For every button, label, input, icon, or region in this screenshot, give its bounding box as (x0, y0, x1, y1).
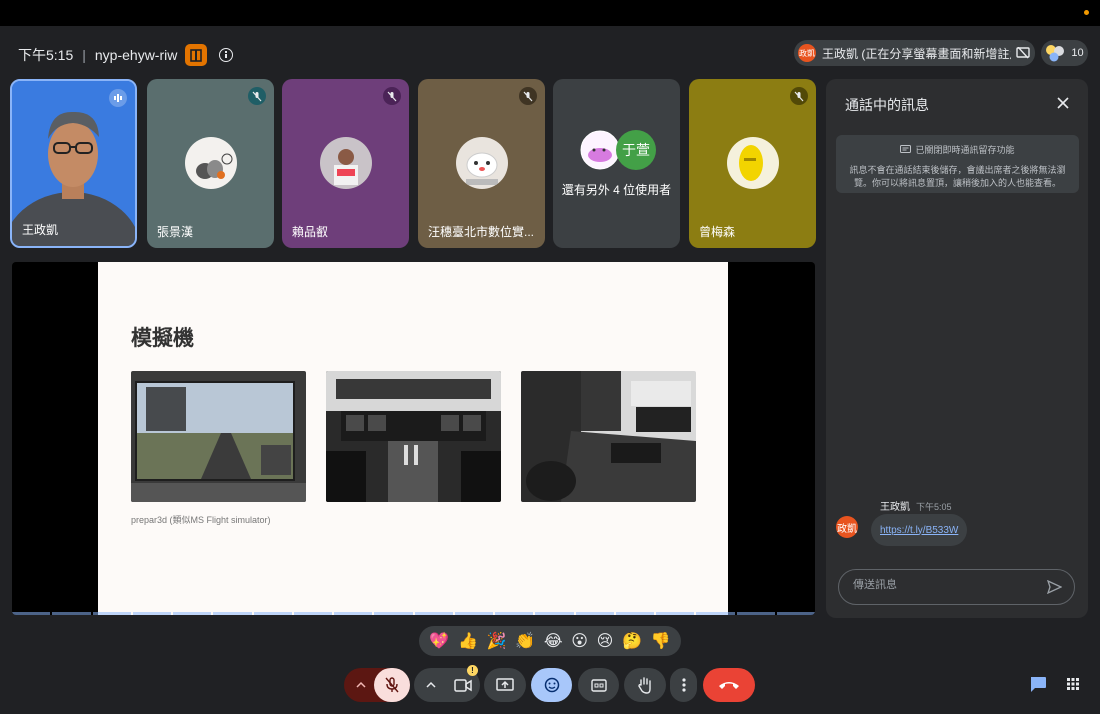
close-icon[interactable] (1056, 96, 1070, 110)
camera-warning-badge: ! (467, 665, 478, 676)
present-off-icon (1015, 47, 1030, 59)
more-options-button[interactable] (670, 668, 697, 702)
mic-off-icon (519, 87, 537, 105)
participant-name: 張景漢 (157, 225, 194, 239)
others-avatar-2: 于萱 (616, 130, 656, 170)
mic-toggle-button[interactable] (374, 668, 410, 702)
participant-name: 汪穗臺北市數位實... (428, 225, 535, 239)
participant-tile[interactable]: 曾梅森 (689, 79, 816, 248)
slide-progress-bar (12, 612, 815, 615)
reaction-party[interactable]: 🎉 (487, 631, 507, 651)
reaction-laugh[interactable]: 😂 (544, 631, 563, 651)
meeting-code: nyp-ehyw-riw (94, 47, 178, 63)
reaction-thinking[interactable]: 🤔 (622, 631, 642, 651)
participant-name: 賴品叡 (292, 225, 329, 239)
mic-off-icon (248, 87, 266, 105)
camera-icon (454, 678, 472, 692)
reaction-heart[interactable]: 💖 (429, 631, 449, 651)
avatar (726, 137, 779, 189)
presenter-avatar: 政凱 (798, 44, 816, 62)
avatar (319, 137, 372, 189)
chat-button[interactable] (1029, 676, 1049, 694)
participant-count: 10 (1071, 47, 1084, 59)
present-screen-icon (496, 678, 514, 691)
message-avatar: 政凱 (836, 516, 858, 538)
speaking-icon (109, 89, 127, 107)
message-icon (900, 144, 912, 153)
meeting-header: 下午5:15 | nyp-ehyw-riw (18, 44, 234, 66)
avatar (455, 137, 508, 189)
chevron-up-icon[interactable] (356, 681, 366, 688)
mic-off-icon (385, 677, 399, 693)
chat-icon (1031, 677, 1046, 692)
presentation-stage[interactable]: 模擬機 prepar3d (類似MS Flight simulator) (12, 262, 815, 615)
stop-presenting-button[interactable] (1010, 40, 1035, 66)
message-input-box[interactable] (838, 569, 1075, 605)
mic-off-icon (383, 87, 401, 105)
camera-control: ! (414, 665, 480, 702)
participant-tile[interactable]: 賴品叡 (282, 79, 409, 248)
slide-title: 模擬機 (131, 327, 194, 350)
apps-grid-icon (1067, 678, 1079, 690)
captions-button[interactable] (578, 668, 619, 702)
message-input[interactable] (851, 578, 1045, 592)
emoji-reactions-button[interactable] (531, 668, 572, 702)
present-screen-button[interactable] (484, 668, 526, 702)
microphone-control (344, 668, 410, 702)
presenter-status-text: 王政凱 (正在分享螢幕畫面和新增註解) (822, 46, 1026, 61)
message-link[interactable]: https://t.ly/B533W (880, 525, 958, 536)
avatar (184, 137, 237, 189)
breakout-room-button[interactable] (185, 44, 208, 66)
participant-avatars-icon (1046, 45, 1065, 62)
clock: 下午5:15 (18, 47, 74, 63)
notice-title: 已關閉即時通訊留存功能 (915, 145, 1015, 155)
hand-icon (638, 677, 651, 694)
chat-title: 通話中的訊息 (845, 97, 929, 113)
reaction-thumbs-up[interactable]: 👍 (458, 631, 478, 651)
mic-off-icon (790, 87, 808, 105)
reaction-sad[interactable]: 😢 (597, 631, 614, 651)
presentation-slide: 模擬機 prepar3d (類似MS Flight simulator) (98, 262, 728, 615)
chat-panel: 通話中的訊息 已關閉即時通訊留存功能 訊息不會在通話結束後儲存，會議出席者之後將… (826, 79, 1088, 618)
participant-tile[interactable]: 汪穗臺北市數位實... (418, 79, 545, 248)
reactions-bar: 💖 👍 🎉 👏 😂 😮 😢 🤔 👎 (419, 626, 681, 656)
cockpit-image (326, 371, 501, 502)
activities-button[interactable] (1066, 677, 1082, 693)
others-tile[interactable]: 于萱 還有另外 4 位使用者 (553, 79, 680, 248)
door-icon (190, 48, 203, 62)
cockpit-side-image (521, 371, 696, 502)
reaction-surprised[interactable]: 😮 (571, 631, 588, 651)
participant-name: 曾梅森 (699, 225, 736, 239)
send-icon[interactable] (1047, 580, 1062, 594)
flight-sim-screenshot-image (131, 371, 306, 502)
others-avatar-1 (580, 130, 620, 170)
others-count-label: 還有另外 4 位使用者 (561, 183, 672, 197)
hang-up-icon (719, 682, 739, 689)
reaction-clap[interactable]: 👏 (515, 631, 535, 651)
participant-name: 王政凱 (22, 223, 59, 237)
chevron-up-icon[interactable] (426, 681, 436, 688)
meeting-info-icon[interactable] (219, 48, 234, 62)
participants-button[interactable]: 10 (1041, 40, 1088, 66)
more-vert-icon (681, 678, 686, 692)
smile-icon (544, 677, 559, 693)
slide-caption: prepar3d (類似MS Flight simulator) (131, 515, 271, 525)
end-call-button[interactable] (703, 668, 755, 702)
recording-dot (1084, 10, 1089, 15)
message-sender: 王政凱 (880, 502, 910, 513)
chat-message: https://t.ly/B533W (871, 514, 968, 546)
header-separator: | (82, 47, 86, 63)
system-status-strip (0, 0, 1100, 26)
chat-retention-notice: 已關閉即時通訊留存功能 訊息不會在通話結束後儲存，會議出席者之後將無法瀏覽。你可… (836, 135, 1079, 193)
participant-tile[interactable]: 張景漢 (147, 79, 274, 248)
presenter-status-chip[interactable]: 政凱 王政凱 (正在分享螢幕畫面和新增註解) (794, 40, 1034, 66)
reaction-thumbs-down[interactable]: 👎 (651, 631, 671, 651)
raise-hand-button[interactable] (624, 668, 666, 702)
message-header: 王政凱 下午5:05 (880, 498, 952, 513)
captions-icon (590, 678, 607, 692)
message-time: 下午5:05 (916, 502, 952, 512)
notice-body: 訊息不會在通話結束後儲存，會議出席者之後將無法瀏覽。你可以將訊息置頂，讓稍後加入… (849, 165, 1066, 188)
participant-tile-self[interactable]: 王政凱 (10, 79, 137, 248)
